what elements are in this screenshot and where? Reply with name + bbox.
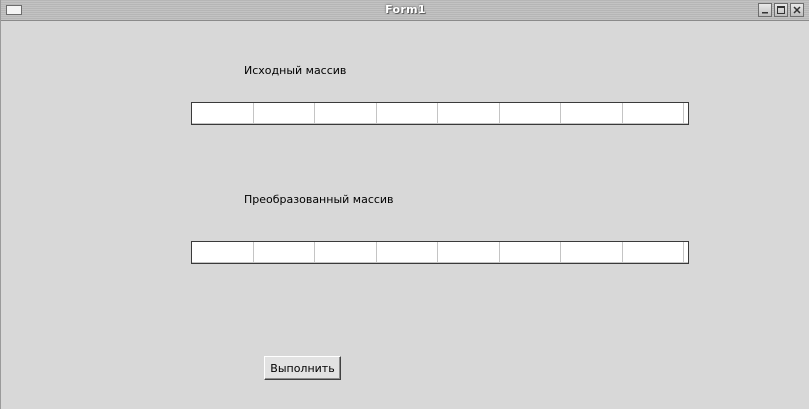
transformed-array-label: Преобразованный массив xyxy=(244,193,394,206)
grid-cell[interactable] xyxy=(499,242,561,263)
grid-cell[interactable] xyxy=(376,242,438,263)
maximize-button[interactable] xyxy=(774,3,788,17)
grid-cell[interactable] xyxy=(561,242,623,263)
grid-filler xyxy=(684,242,688,263)
grid-cell[interactable] xyxy=(438,242,500,263)
minimize-button[interactable] xyxy=(758,3,772,17)
grid-cell[interactable] xyxy=(315,103,377,124)
maximize-icon xyxy=(777,6,785,14)
grid-cell[interactable] xyxy=(376,103,438,124)
window-title: Form1 xyxy=(385,3,426,16)
grid-cell[interactable] xyxy=(561,103,623,124)
source-array-grid[interactable] xyxy=(191,102,689,125)
grid-filler xyxy=(684,103,688,124)
title-bar[interactable]: Form1 xyxy=(1,0,809,21)
grid-cell[interactable] xyxy=(192,242,254,263)
transformed-array-grid[interactable] xyxy=(191,241,689,264)
grid-cell[interactable] xyxy=(315,242,377,263)
source-array-label: Исходный массив xyxy=(244,64,347,77)
run-button[interactable]: Выполнить xyxy=(264,356,341,380)
grid-cell[interactable] xyxy=(438,103,500,124)
grid-cell[interactable] xyxy=(622,242,684,263)
minimize-icon xyxy=(762,12,768,14)
grid-cell[interactable] xyxy=(192,103,254,124)
grid-cell[interactable] xyxy=(253,242,315,263)
close-button[interactable] xyxy=(790,3,804,17)
grid-cell[interactable] xyxy=(499,103,561,124)
grid-cell[interactable] xyxy=(253,103,315,124)
form-window: Form1 Исходный массив Преобразованный ма… xyxy=(0,0,809,409)
grid-cell[interactable] xyxy=(622,103,684,124)
close-icon xyxy=(793,6,801,14)
